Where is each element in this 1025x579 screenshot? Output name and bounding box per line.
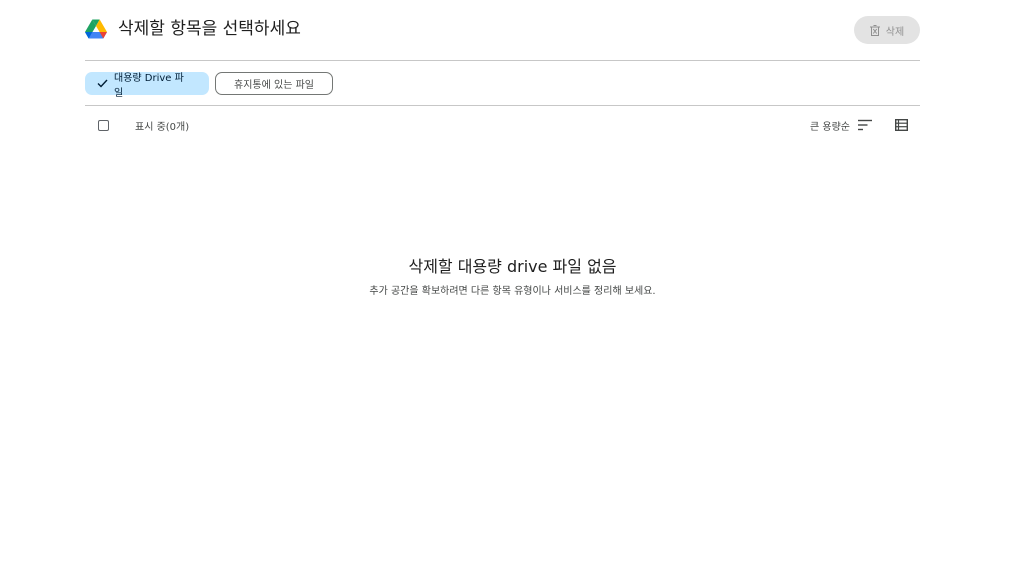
sort-label[interactable]: 큰 용량순 [810, 118, 850, 133]
list-view-icon[interactable] [895, 119, 908, 131]
trash-icon [869, 24, 880, 36]
showing-count: 표시 중(0개) [135, 122, 190, 133]
trash-files-label: 휴지통에 있는 파일 [234, 80, 314, 91]
trash-files-chip[interactable]: 휴지통에 있는 파일 [215, 72, 333, 95]
check-icon [97, 79, 108, 88]
empty-state-title: 삭제할 대용량 drive 파일 없음 [408, 257, 617, 276]
header: 삭제할 항목을 선택하세요 삭제 [85, 14, 920, 46]
delete-button[interactable]: 삭제 [854, 16, 920, 44]
large-drive-files-chip[interactable]: 대용량 Drive 파일 [85, 72, 209, 99]
filter-chips: 대용량 Drive 파일 휴지통에 있는 파일 [85, 72, 333, 99]
large-drive-files-label: 대용량 Drive 파일 [114, 72, 184, 99]
delete-button-label: 삭제 [885, 26, 905, 38]
header-divider [85, 60, 920, 61]
empty-state-subtitle: 추가 공간을 확보하려면 다른 항목 유형이나 서비스를 정리해 보세요. [369, 286, 656, 297]
storage-cleanup-page: 삭제할 항목을 선택하세요 삭제 대용량 Drive 파일 휴지통에 있는 파일 [0, 0, 1025, 579]
select-all-checkbox[interactable] [98, 120, 109, 131]
filter-divider [85, 105, 920, 106]
sort-icon[interactable] [858, 119, 872, 131]
list-toolbar: 표시 중(0개) 큰 용량순 [85, 114, 920, 138]
google-drive-logo [85, 19, 107, 39]
page-title: 삭제할 항목을 선택하세요 [118, 19, 301, 39]
